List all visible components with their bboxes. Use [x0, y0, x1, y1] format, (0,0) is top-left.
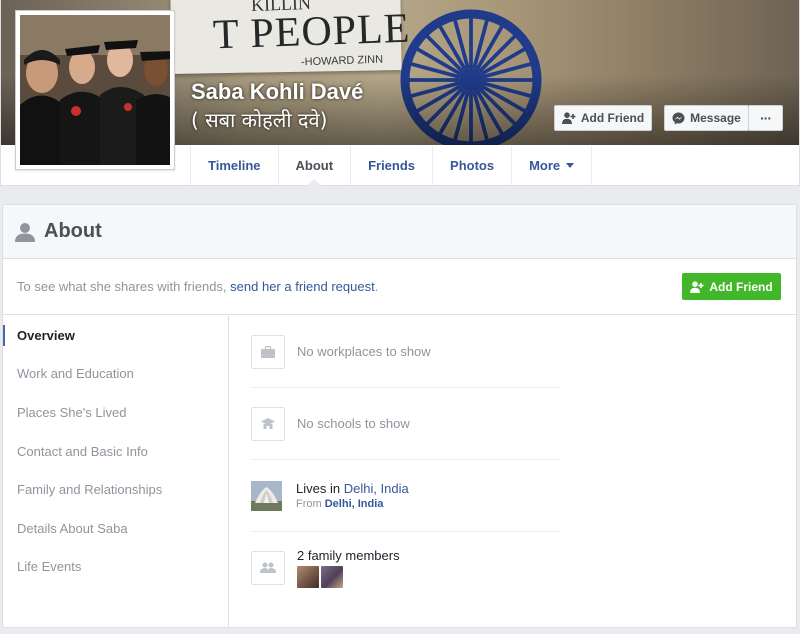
family-text-block: 2 family members — [297, 548, 400, 588]
add-friend-green-button[interactable]: Add Friend — [682, 273, 781, 300]
tab-friends[interactable]: Friends — [350, 146, 432, 185]
sidebar-item-family-relationships[interactable]: Family and Relationships — [3, 470, 228, 509]
from-prefix: From — [296, 498, 325, 510]
add-friend-button[interactable]: Add Friend — [554, 105, 652, 131]
sidebar-item-label: Work and Education — [17, 366, 134, 382]
about-body: Overview Work and Education Places She's… — [3, 316, 796, 627]
tab-about[interactable]: About — [277, 146, 351, 186]
tab-more[interactable]: More — [511, 146, 593, 185]
from-text: From Delhi, India — [296, 498, 409, 510]
profile-alternate-name: ( सबा कोहली दवे) — [191, 108, 328, 132]
lives-in-prefix: Lives in — [296, 481, 344, 496]
sidebar-item-label: Details About Saba — [17, 520, 128, 536]
lives-row: Lives in Delhi, India From Delhi, India — [251, 460, 561, 532]
request-prefix: To see what she shares with friends, — [17, 279, 231, 294]
family-icon — [251, 551, 285, 585]
about-sidebar: Overview Work and Education Places She's… — [3, 316, 229, 627]
chevron-down-icon — [566, 163, 575, 168]
sidebar-item-work-education[interactable]: Work and Education — [3, 355, 228, 394]
family-member-avatar[interactable] — [297, 566, 319, 588]
family-row: 2 family members — [251, 532, 561, 604]
messenger-icon — [672, 112, 685, 124]
profile-photo — [20, 15, 170, 165]
workplaces-text: No workplaces to show — [297, 344, 431, 359]
workplaces-row: No workplaces to show — [251, 316, 561, 388]
profile-tabs: Timeline About Friends Photos More — [190, 146, 593, 186]
schools-row: No schools to show — [251, 388, 561, 460]
tab-label: Timeline — [208, 158, 261, 173]
tab-label: Friends — [368, 158, 416, 173]
graduates-photo-icon — [20, 15, 170, 165]
sidebar-item-label: Family and Relationships — [17, 482, 163, 498]
sidebar-item-label: Life Events — [17, 559, 82, 575]
tab-photos[interactable]: Photos — [432, 146, 511, 185]
about-card-header: About — [3, 205, 796, 259]
family-members-text: 2 family members — [297, 548, 400, 563]
tab-label: More — [529, 158, 561, 173]
sidebar-item-life-events[interactable]: Life Events — [3, 548, 228, 587]
sidebar-item-overview[interactable]: Overview — [3, 316, 228, 355]
message-label: Message — [690, 111, 741, 125]
from-city-link[interactable]: Delhi, India — [325, 498, 384, 510]
tab-label: About — [295, 158, 334, 173]
lives-text-block: Lives in Delhi, India From Delhi, India — [296, 481, 409, 510]
request-suffix: . — [374, 279, 379, 294]
overview-content: No workplaces to show No schools to show — [251, 316, 561, 604]
sidebar-item-label: Places She's Lived — [17, 404, 127, 420]
sidebar-item-contact-info[interactable]: Contact and Basic Info — [3, 432, 228, 471]
lives-in-city-link[interactable]: Delhi, India — [344, 481, 409, 496]
profile-name[interactable]: Saba Kohli Davé — [191, 79, 363, 105]
school-icon — [251, 406, 285, 441]
briefcase-icon — [251, 334, 285, 369]
lotus-temple-icon[interactable] — [251, 480, 282, 511]
tab-label: Photos — [450, 158, 495, 173]
person-icon — [15, 222, 35, 242]
more-options-icon: ··· — [760, 110, 772, 126]
sidebar-item-label: Contact and Basic Info — [17, 443, 148, 459]
friend-request-notice: To see what she shares with friends, sen… — [3, 259, 796, 315]
add-friend-label: Add Friend — [709, 279, 773, 294]
add-friend-label: Add Friend — [580, 111, 645, 125]
schools-text: No schools to show — [297, 416, 410, 431]
family-thumbnails — [297, 566, 400, 588]
profile-picture[interactable] — [15, 10, 175, 170]
lives-in-text: Lives in Delhi, India — [296, 481, 409, 496]
about-title: About — [44, 220, 102, 242]
about-card: About To see what she shares with friend… — [2, 204, 797, 628]
add-friend-icon — [561, 112, 576, 124]
tab-timeline[interactable]: Timeline — [190, 146, 278, 185]
message-button[interactable]: Message — [664, 105, 749, 131]
send-friend-request-link[interactable]: send her a friend request — [230, 279, 375, 294]
add-friend-icon — [690, 280, 704, 293]
sidebar-item-label: Overview — [17, 327, 75, 343]
more-options-button[interactable]: ··· — [748, 105, 783, 131]
sidebar-item-places-lived[interactable]: Places She's Lived — [3, 393, 228, 432]
profile-header: KILLIN T PEOPLE -HOWARD ZINN Saba Kohli … — [0, 0, 800, 186]
family-member-avatar[interactable] — [321, 566, 343, 588]
cover-sign-text: T PEOPLE — [212, 5, 412, 59]
sidebar-item-details[interactable]: Details About Saba — [3, 509, 228, 548]
